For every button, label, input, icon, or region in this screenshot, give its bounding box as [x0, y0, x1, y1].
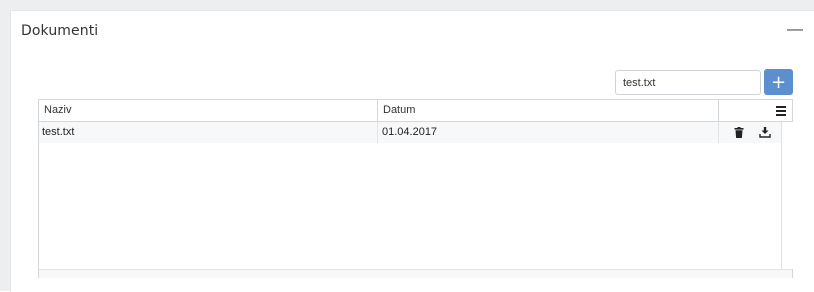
delete-button[interactable] — [733, 126, 745, 138]
row-actions — [733, 126, 771, 138]
cell-datum: 01.04.2017 — [378, 122, 719, 143]
cell-naziv: test.txt — [39, 122, 378, 143]
add-document-button[interactable]: + — [764, 69, 793, 95]
column-header-datum[interactable]: Datum — [378, 100, 719, 121]
panel-title: Dokumenti — [21, 23, 99, 39]
horizontal-scrollbar[interactable] — [39, 269, 792, 278]
grid-header: Naziv Datum — [39, 100, 792, 122]
hamburger-menu-icon — [776, 106, 786, 116]
download-button[interactable] — [759, 126, 771, 138]
documents-grid: Naziv Datum test.txt 01.04.2017 — [38, 99, 793, 278]
page-frame-top — [0, 0, 814, 10]
plus-icon: + — [770, 71, 787, 93]
documents-panel: Dokumenti — + Naziv Datum test.txt 01.04… — [10, 10, 814, 292]
file-name-input[interactable] — [616, 71, 772, 94]
page-frame-left — [0, 10, 10, 291]
file-upload-group — [615, 70, 785, 95]
collapse-button[interactable]: — — [787, 21, 803, 39]
download-icon — [759, 127, 771, 138]
table-row[interactable]: test.txt 01.04.2017 — [39, 122, 781, 143]
column-header-naziv[interactable]: Naziv — [39, 100, 378, 121]
grid-menu-button[interactable] — [776, 106, 786, 116]
minus-icon: — — [787, 21, 803, 38]
trash-icon — [734, 126, 744, 138]
vertical-scrollbar[interactable] — [781, 122, 793, 269]
